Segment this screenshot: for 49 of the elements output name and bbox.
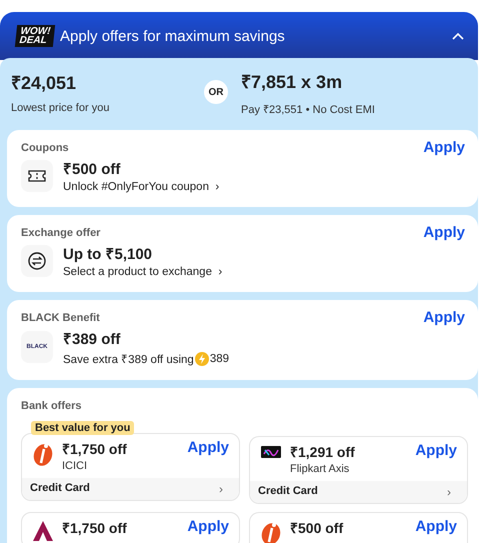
deal-logo: WOW! DEAL bbox=[14, 25, 56, 47]
apply-link[interactable]: Apply bbox=[187, 439, 229, 456]
bank-name: Flipkart Axis bbox=[290, 463, 350, 475]
bank-offer-card[interactable]: ₹1,750 off ICICI Apply Credit Card › bbox=[21, 433, 240, 501]
coin-amount: 389 bbox=[210, 352, 230, 364]
offer-amount: Up to ₹5,100 bbox=[63, 245, 154, 263]
offer-title: Exchange offer bbox=[21, 227, 100, 239]
card-type-label: Credit Card bbox=[30, 482, 90, 496]
offer-title: Bank offers bbox=[21, 400, 82, 412]
price-label: Lowest price for you bbox=[11, 102, 110, 114]
coin-icon bbox=[194, 352, 209, 366]
bank-offer-card[interactable]: ₹500 off Apply bbox=[249, 512, 468, 543]
lowest-price: ₹24,051 bbox=[11, 72, 78, 94]
offer-detail: Unlock #OnlyForYou coupon › bbox=[63, 181, 220, 193]
emi-label: Pay ₹23,551 • No Cost EMI bbox=[241, 102, 375, 116]
offer-title: Coupons bbox=[21, 142, 69, 154]
bank-logo-icon bbox=[32, 520, 54, 542]
apply-link[interactable]: Apply bbox=[415, 442, 457, 459]
exchange-icon bbox=[28, 252, 46, 270]
apply-link[interactable]: Apply bbox=[423, 309, 465, 326]
apply-link[interactable]: Apply bbox=[423, 139, 465, 156]
best-value-badge: Best value for you bbox=[31, 421, 134, 435]
offer-detail: Save extra ₹389 off using bbox=[63, 353, 194, 366]
bank-offer-amount: ₹1,750 off bbox=[62, 519, 128, 537]
bank-name: ICICI bbox=[62, 460, 88, 472]
apply-link[interactable]: Apply bbox=[187, 518, 229, 535]
card-icon bbox=[260, 444, 282, 460]
card-type-row[interactable]: Credit Card › bbox=[22, 478, 239, 500]
apply-link[interactable]: Apply bbox=[423, 224, 465, 241]
bank-offer-amount: ₹500 off bbox=[290, 519, 344, 537]
chevron-right-icon: › bbox=[219, 482, 223, 496]
bank-offer-card[interactable]: ₹1,291 off Flipkart Axis Apply Credit Card › bbox=[249, 436, 468, 504]
chevron-right-icon: › bbox=[447, 485, 451, 499]
bank-offer-card[interactable]: ₹1,750 off Apply bbox=[21, 512, 240, 543]
bank-offer-amount: ₹1,750 off bbox=[62, 440, 128, 458]
offer-amount: ₹389 off bbox=[63, 330, 122, 348]
ticket-icon bbox=[28, 170, 46, 182]
offer-title: BLACK Benefit bbox=[21, 312, 100, 324]
offer-amount: ₹500 off bbox=[63, 160, 122, 178]
header-title: Apply offers for maximum savings bbox=[60, 28, 286, 44]
emi-price: ₹7,851 x 3m bbox=[241, 70, 344, 92]
or-separator: OR bbox=[204, 80, 228, 104]
card-type-row[interactable]: Credit Card › bbox=[250, 481, 467, 503]
bank-offer-amount: ₹1,291 off bbox=[290, 443, 356, 461]
apply-link[interactable]: Apply bbox=[415, 518, 457, 535]
bank-logo-icon bbox=[32, 441, 54, 467]
card-type-label: Credit Card bbox=[258, 485, 318, 499]
offer-detail: Select a product to exchange › bbox=[63, 266, 222, 278]
collapse-icon[interactable] bbox=[452, 32, 464, 40]
